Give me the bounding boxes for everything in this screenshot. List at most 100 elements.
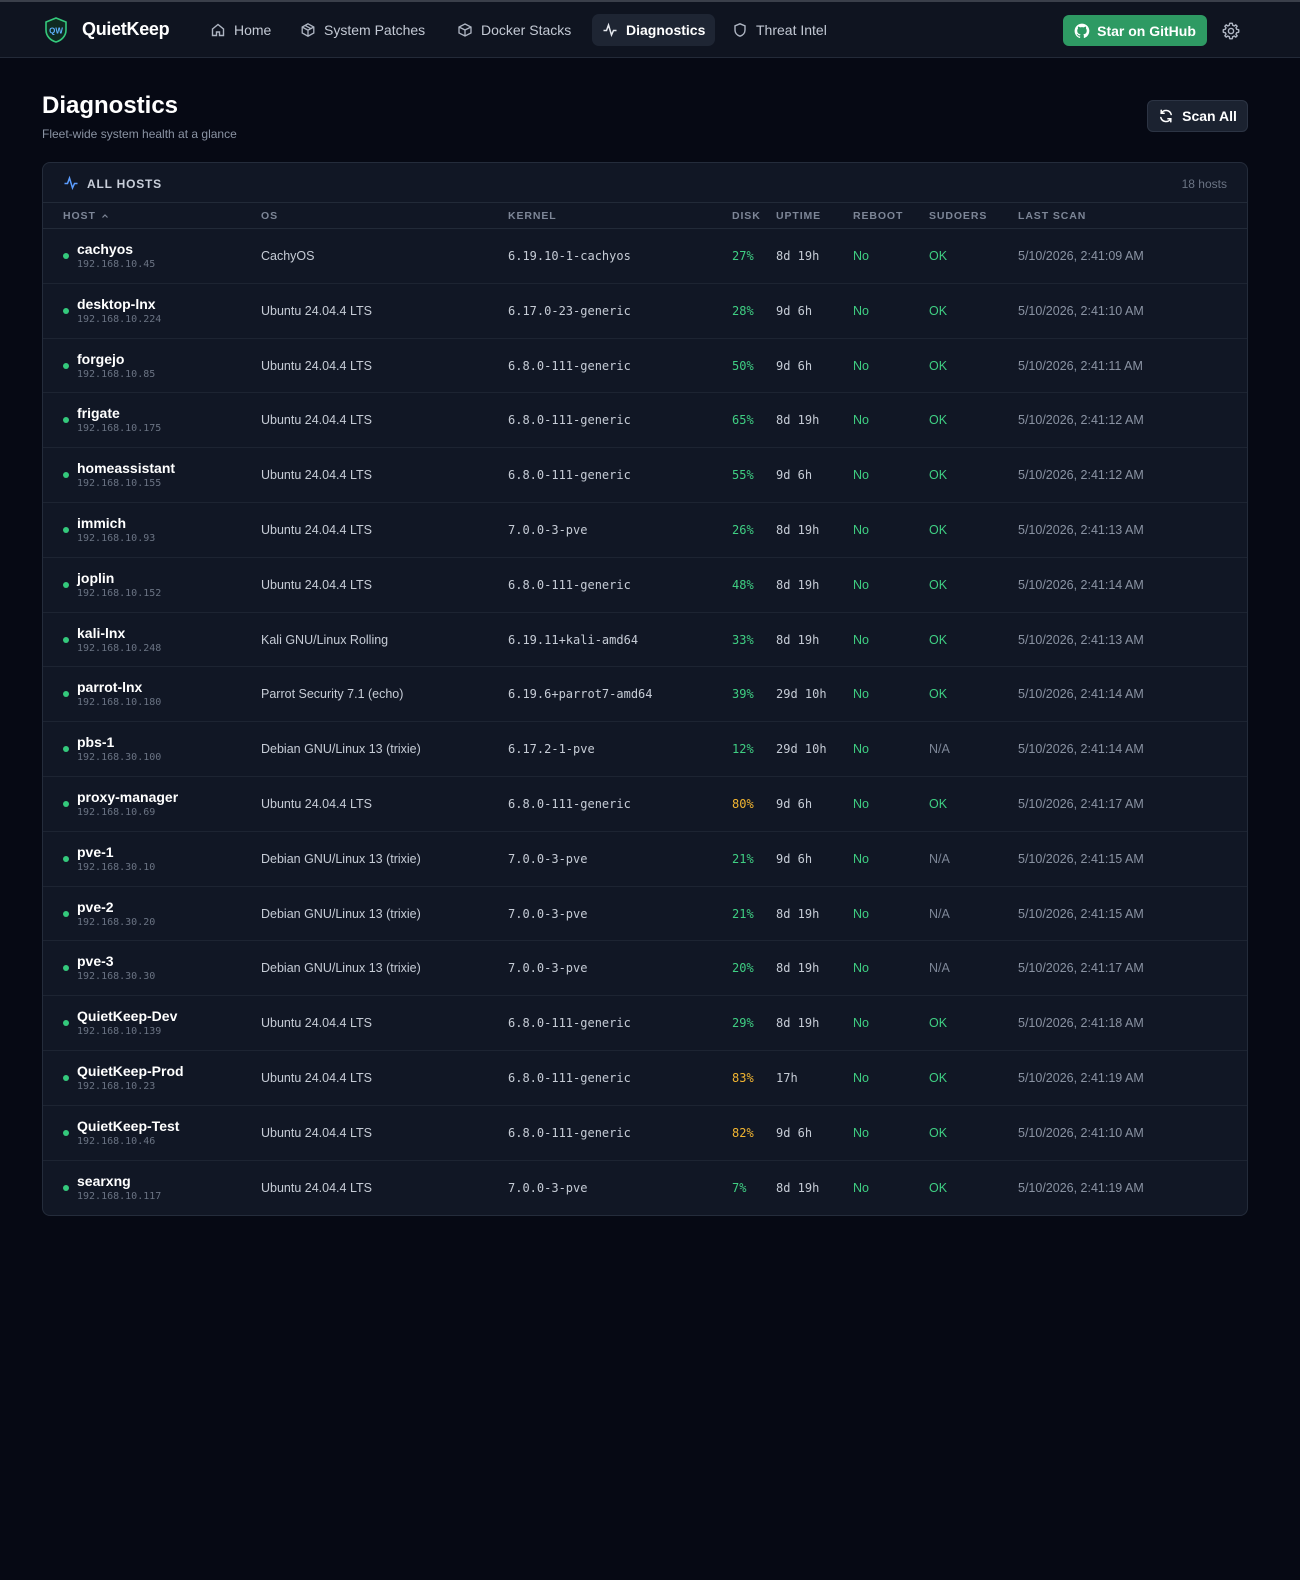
column-header-last-scan[interactable]: LAST SCAN [1018,210,1086,222]
uptime-cell: 17h [776,1070,798,1085]
reboot-required-cell: No [853,413,869,428]
reboot-required-cell: No [853,632,869,647]
os-cell: Debian GNU/Linux 13 (trixie) [261,906,421,921]
table-row[interactable]: joplin 192.168.10.152 Ubuntu 24.04.4 LTS 6.… [43,558,1247,613]
table-row[interactable]: QuietKeep-Dev 192.168.10.139 Ubuntu 24.04.… [43,996,1247,1051]
nav-system-patches[interactable]: System Patches [290,14,435,46]
host-status-dot [63,1184,69,1191]
host-name[interactable]: pve-1 [77,844,114,860]
host-name[interactable]: cachyos [77,241,133,257]
table-row[interactable]: pve-1 192.168.30.10 Debian GNU/Linux 13 (t… [43,832,1247,887]
table-row[interactable]: parrot-lnx 192.168.10.180 Parrot Security … [43,667,1247,723]
box-icon [458,23,472,37]
reboot-required-cell: No [853,358,869,373]
kernel-cell: 6.8.0-111-generic [508,1125,631,1140]
table-row[interactable]: QuietKeep-Test 192.168.10.46 Ubuntu 24.04.… [43,1106,1247,1161]
last-scan-cell: 5/10/2026, 2:41:10 AM [1018,1125,1144,1140]
table-row[interactable]: pve-2 192.168.30.20 Debian GNU/Linux 13 (t… [43,887,1247,942]
os-cell: Ubuntu 24.04.4 LTS [261,468,372,483]
host-name[interactable]: pve-3 [77,953,114,969]
settings-gear-icon[interactable] [1221,21,1241,41]
uptime-cell: 9d 6h [776,358,813,373]
os-cell: Kali GNU/Linux Rolling [261,632,389,647]
last-scan-cell: 5/10/2026, 2:41:19 AM [1018,1180,1144,1195]
host-name[interactable]: desktop-lnx [77,296,156,312]
uptime-cell: 8d 19h [776,906,820,921]
host-ip: 192.168.10.152 [77,587,162,599]
table-row[interactable]: forgejo 192.168.10.85 Ubuntu 24.04.4 LTS 6.… [43,339,1247,394]
table-row[interactable]: QuietKeep-Prod 192.168.10.23 Ubuntu 24.04.… [43,1051,1247,1106]
host-name[interactable]: pbs-1 [77,734,114,750]
nav-diagnostics[interactable]: Diagnostics [592,14,716,46]
disk-usage-cell: 50% [732,358,754,373]
star-on-github-label: Star on GitHub [1097,22,1196,39]
host-status-dot [63,910,69,917]
brand-name[interactable]: QuietKeep [82,19,170,40]
host-name[interactable]: proxy-manager [77,789,178,805]
column-header-os[interactable]: OS [261,210,278,222]
star-on-github-button[interactable]: Star on GitHub [1063,15,1207,46]
column-header-reboot[interactable]: REBOOT [853,210,903,222]
host-name[interactable]: frigate [77,405,120,421]
disk-usage-cell: 48% [732,577,754,592]
quietkeep-logo-icon: QW [45,17,67,43]
kernel-cell: 7.0.0-3-pve [508,522,588,537]
panel-title: ALL HOSTS [87,177,162,191]
host-status-dot [63,746,69,753]
host-name[interactable]: parrot-lnx [77,679,142,695]
disk-usage-cell: 80% [732,796,754,811]
nav-home[interactable]: Home [200,14,281,46]
reboot-required-cell: No [853,577,869,592]
host-name[interactable]: forgejo [77,351,124,367]
kernel-cell: 6.8.0-111-generic [508,413,631,428]
column-header-sudoers[interactable]: SUDOERS [929,210,987,222]
host-ip: 192.168.30.30 [77,971,156,983]
host-name[interactable]: joplin [77,570,114,586]
github-icon [1074,23,1090,38]
last-scan-cell: 5/10/2026, 2:41:15 AM [1018,906,1144,921]
sudoers-status-cell: N/A [929,906,950,921]
host-status-dot [63,1074,69,1081]
table-row[interactable]: desktop-lnx 192.168.10.224 Ubuntu 24.04.4 … [43,284,1247,339]
table-row[interactable]: proxy-manager 192.168.10.69 Ubuntu 24.04.4… [43,777,1247,832]
last-scan-cell: 5/10/2026, 2:41:18 AM [1018,1016,1144,1031]
activity-icon [603,22,617,38]
host-name[interactable]: QuietKeep-Prod [77,1063,184,1079]
table-row[interactable]: kali-lnx 192.168.10.248 Kali GNU/Linux Rol… [43,613,1247,668]
kernel-cell: 6.19.10-1-cachyos [508,249,631,263]
host-name[interactable]: pve-2 [77,899,114,915]
table-row[interactable]: cachyos 192.168.10.45 CachyOS 6.19.10-1-cac… [43,229,1247,284]
table-row[interactable]: pve-3 192.168.30.30 Debian GNU/Linux 13 (t… [43,941,1247,997]
host-name[interactable]: kali-lnx [77,625,125,641]
host-name[interactable]: QuietKeep-Test [77,1118,179,1134]
host-ip: 192.168.10.180 [77,697,162,709]
table-row[interactable]: pbs-1 192.168.30.100 Debian GNU/Linux 13 (… [43,722,1247,777]
scan-all-label: Scan All [1182,108,1237,124]
column-header-kernel[interactable]: KERNEL [508,210,557,222]
sudoers-status-cell: OK [929,577,948,592]
column-header-disk[interactable]: DISK [732,210,761,222]
host-name[interactable]: immich [77,515,126,531]
disk-usage-cell: 26% [732,522,754,537]
table-row[interactable]: homeassistant 192.168.10.155 Ubuntu 24.04.… [43,448,1247,503]
nav-docker-stacks[interactable]: Docker Stacks [447,14,581,46]
os-cell: Debian GNU/Linux 13 (trixie) [261,961,421,976]
os-cell: Ubuntu 24.04.4 LTS [261,796,372,811]
host-status-dot [63,800,69,807]
nav-threat-intel[interactable]: Threat Intel [722,14,837,46]
host-name[interactable]: QuietKeep-Dev [77,1008,177,1024]
scan-all-button[interactable]: Scan All [1147,100,1248,132]
table-row[interactable]: searxng 192.168.10.117 Ubuntu 24.04.4 LTS 7… [43,1161,1247,1215]
host-status-dot [63,417,69,424]
table-row[interactable]: immich 192.168.10.93 Ubuntu 24.04.4 LTS 7.0… [43,503,1247,558]
host-ip: 192.168.10.117 [77,1190,162,1202]
os-cell: Ubuntu 24.04.4 LTS [261,358,372,373]
host-status-dot [63,636,69,643]
host-name[interactable]: searxng [77,1173,131,1189]
column-header-uptime[interactable]: UPTIME [776,210,821,222]
activity-icon [64,175,78,191]
uptime-cell: 8d 19h [776,1180,820,1195]
column-header-host[interactable]: HOST [63,210,109,222]
host-name[interactable]: homeassistant [77,460,175,476]
table-row[interactable]: frigate 192.168.10.175 Ubuntu 24.04.4 LTS 6… [43,393,1247,449]
